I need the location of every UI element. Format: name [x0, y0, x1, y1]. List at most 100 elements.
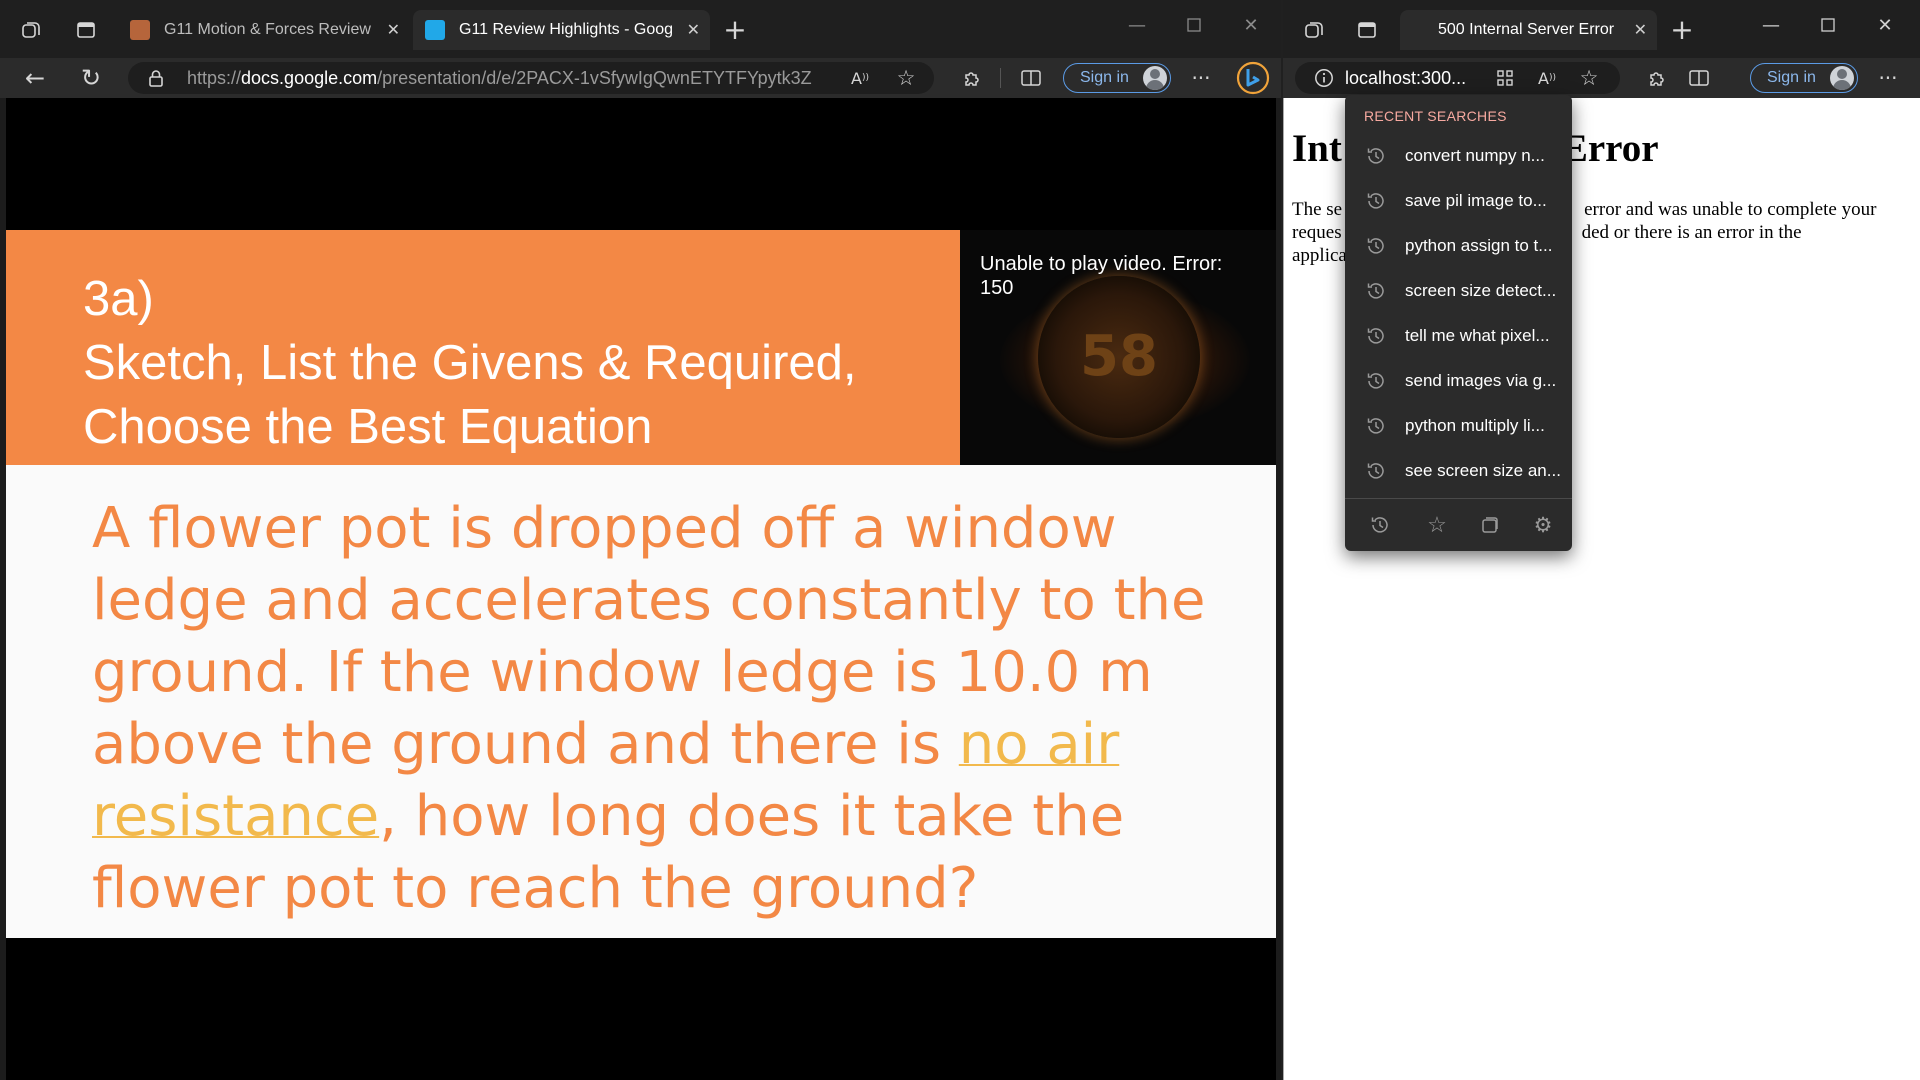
bing-copilot-icon[interactable]	[1235, 60, 1271, 96]
embedded-video[interactable]: 58 Unable to play video. Error: 150	[960, 230, 1276, 465]
avatar-icon	[1830, 66, 1854, 90]
tab-500-error[interactable]: 500 Internal Server Error ✕	[1400, 10, 1657, 50]
close-window-icon[interactable]: ✕	[1865, 10, 1905, 40]
history-icon	[1367, 192, 1384, 209]
sign-in-button[interactable]: Sign in	[1750, 63, 1858, 93]
slide-heading-line: Choose the Best Equation	[83, 400, 653, 454]
tab-strip: 500 Internal Server Error ✕ + — ✕	[1283, 0, 1920, 58]
address-bar[interactable]: https://docs.google.com/presentation/d/e…	[128, 62, 934, 94]
history-icon	[1367, 327, 1384, 344]
split-screen-icon[interactable]	[1017, 64, 1045, 92]
history-icon	[1367, 417, 1384, 434]
slide-body: A flower pot is dropped off a window led…	[6, 465, 1276, 938]
slide-viewport: 3a) Sketch, List the Givens & Required, …	[6, 98, 1276, 1080]
recent-search-text: python assign to t...	[1405, 235, 1553, 255]
recent-search-item[interactable]: convert numpy n...	[1345, 133, 1572, 178]
recent-search-text: screen size detect...	[1405, 280, 1557, 300]
extensions-icon[interactable]	[1643, 64, 1671, 92]
recent-search-item[interactable]: save pil image to...	[1345, 178, 1572, 223]
error-line-end: error and was unable to complete your	[1584, 199, 1877, 220]
history-icon	[1367, 237, 1384, 254]
back-icon[interactable]: ←	[20, 64, 50, 92]
minimize-icon[interactable]: —	[1117, 10, 1157, 40]
favorites-icon[interactable]: ☆	[1425, 512, 1449, 537]
toolbar: localhost:300... A)) ☆ Sign in ···	[1283, 58, 1920, 98]
workspaces-icon[interactable]	[1301, 16, 1329, 44]
recent-search-item[interactable]: send images via g...	[1345, 358, 1572, 403]
url-scheme: https://	[187, 68, 242, 88]
recent-search-text: save pil image to...	[1405, 190, 1547, 210]
workspaces-icon[interactable]	[18, 16, 46, 44]
close-tab-icon[interactable]: ✕	[687, 10, 700, 50]
video-error-message: Unable to play video. Error: 150	[980, 253, 1223, 299]
video-thumbnail-sphere: 58	[1038, 276, 1200, 438]
more-icon[interactable]: ···	[1873, 64, 1903, 92]
tab-motion-forces-review[interactable]: G11 Motion & Forces Review ✕	[118, 10, 410, 50]
tab-strip: G11 Motion & Forces Review ✕ G11 Review …	[0, 0, 1281, 58]
toolbar: ← ↻ https://docs.google.com/presentation…	[0, 58, 1281, 98]
recent-search-item[interactable]: python multiply li...	[1345, 403, 1572, 448]
close-tab-icon[interactable]: ✕	[1634, 10, 1647, 50]
tab-review-highlights[interactable]: G11 Review Highlights - Google Slides ✕	[413, 10, 710, 50]
slides-favicon-icon	[130, 20, 150, 40]
browser-window-left: G11 Motion & Forces Review ✕ G11 Review …	[0, 0, 1281, 1080]
history-icon	[1367, 147, 1384, 164]
sign-in-label: Sign in	[1080, 69, 1129, 86]
history-icon	[1367, 282, 1384, 299]
close-tab-icon[interactable]: ✕	[387, 10, 400, 50]
address-url: https://docs.google.com/presentation/d/e…	[187, 68, 812, 89]
recent-search-item[interactable]: python assign to t...	[1345, 223, 1572, 268]
read-aloud-icon[interactable]: A))	[1535, 66, 1559, 90]
recent-search-text: convert numpy n...	[1405, 145, 1545, 165]
extensions-icon[interactable]	[958, 64, 986, 92]
lock-icon	[146, 68, 166, 88]
recent-searches-label: RECENT SEARCHES	[1364, 108, 1507, 124]
maximize-icon[interactable]	[1808, 10, 1848, 40]
toolbar-divider	[1000, 68, 1001, 88]
dropdown-divider	[1345, 498, 1572, 499]
collections-icon[interactable]	[1478, 513, 1502, 537]
favorite-star-icon[interactable]: ☆	[894, 66, 918, 90]
recent-search-item[interactable]: screen size detect...	[1345, 268, 1572, 313]
error-line-start: applica	[1292, 245, 1347, 266]
more-icon[interactable]: ···	[1186, 64, 1216, 92]
slide-heading-number: 3a)	[83, 272, 154, 326]
history-icon	[1367, 372, 1384, 389]
address-bar[interactable]: localhost:300... A)) ☆	[1295, 62, 1620, 94]
slides-favicon-icon	[425, 20, 445, 40]
close-window-icon[interactable]: ✕	[1231, 10, 1271, 40]
sign-in-label: Sign in	[1767, 69, 1816, 86]
apps-icon[interactable]	[1493, 66, 1517, 90]
minimize-icon[interactable]: —	[1751, 10, 1791, 40]
split-screen-icon[interactable]	[1685, 64, 1713, 92]
recent-search-text: see screen size an...	[1405, 460, 1561, 480]
address-url: localhost:300...	[1345, 68, 1467, 88]
avatar-icon	[1143, 66, 1167, 90]
url-path: /presentation/d/e/2PACX-1vSfywIgQwnETYTF…	[377, 68, 812, 88]
error-line-start: The se	[1292, 199, 1343, 220]
error-heading-end: Error	[1561, 127, 1659, 170]
vertical-tabs-icon[interactable]	[72, 16, 100, 44]
sign-in-button[interactable]: Sign in	[1063, 63, 1171, 93]
new-tab-button[interactable]: +	[1667, 13, 1697, 46]
maximize-icon[interactable]	[1174, 10, 1214, 40]
recent-search-item[interactable]: tell me what pixel...	[1345, 313, 1572, 358]
recent-search-text: tell me what pixel...	[1405, 325, 1550, 345]
error-line-end: ded or there is an error in the	[1581, 222, 1802, 243]
history-icon	[1367, 462, 1384, 479]
tab-title: G11 Review Highlights - Google Slides	[459, 21, 674, 38]
new-tab-button[interactable]: +	[720, 13, 750, 46]
history-icon[interactable]	[1368, 513, 1392, 537]
video-thumbnail-number: 58	[1080, 324, 1158, 389]
favorite-star-icon[interactable]: ☆	[1577, 66, 1601, 90]
error-heading-start: Int	[1292, 127, 1342, 170]
settings-icon[interactable]: ⚙	[1531, 513, 1555, 537]
vertical-tabs-icon[interactable]	[1353, 16, 1381, 44]
recent-search-item[interactable]: see screen size an...	[1345, 448, 1572, 493]
recent-search-text: python multiply li...	[1405, 415, 1545, 435]
info-icon[interactable]	[1313, 67, 1335, 89]
refresh-icon[interactable]: ↻	[76, 64, 106, 92]
read-aloud-icon[interactable]: A))	[848, 66, 872, 90]
tab-title: 500 Internal Server Error	[1438, 21, 1615, 38]
slide-heading-line: Sketch, List the Givens & Required,	[83, 336, 857, 390]
